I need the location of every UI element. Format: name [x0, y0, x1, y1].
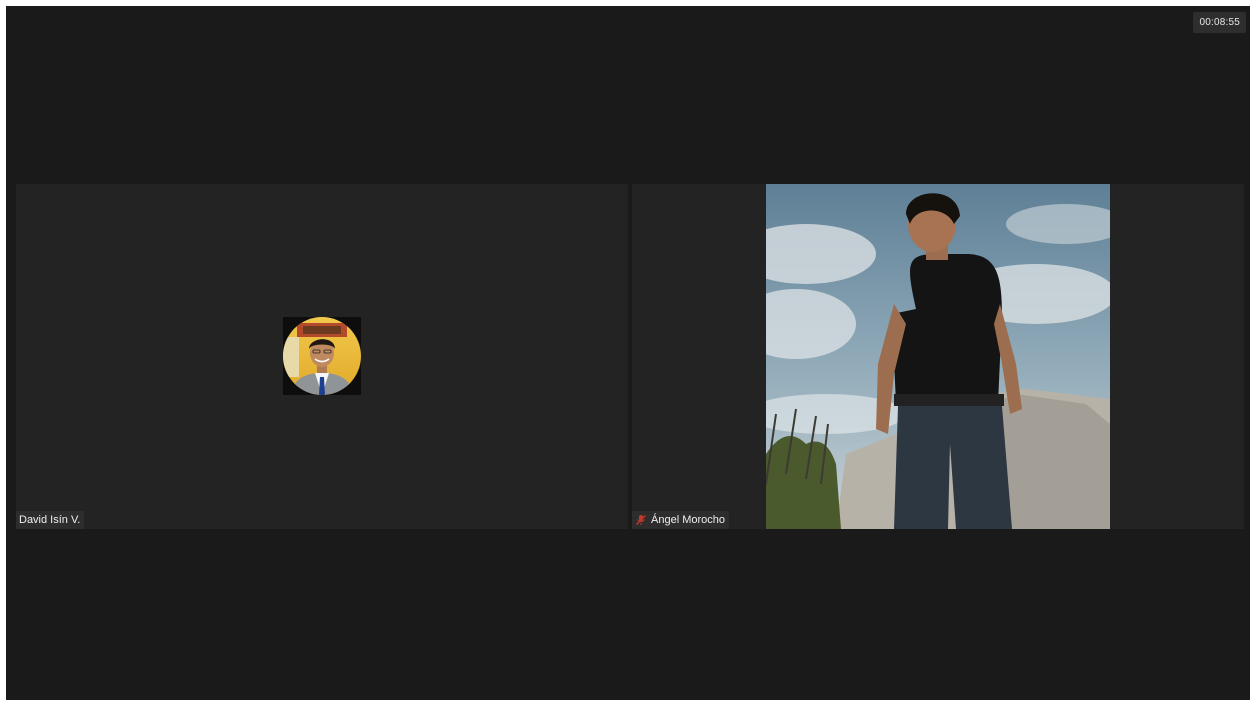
participant-tile-david[interactable]: David Isín V.	[16, 184, 628, 529]
call-timer: 00:08:55	[1193, 12, 1246, 33]
video-frame-image	[766, 184, 1110, 529]
profile-photo-avatar	[283, 317, 361, 395]
participant-name-tag: David Isín V.	[16, 511, 85, 529]
participant-video	[766, 184, 1110, 529]
participant-tile-angel[interactable]: Ángel Morocho	[632, 184, 1244, 529]
avatar-frame	[283, 317, 361, 395]
avatar	[283, 317, 361, 395]
participant-name: Ángel Morocho	[651, 514, 725, 526]
muted-mic-icon	[635, 514, 647, 526]
participant-name: David Isín V.	[19, 514, 81, 526]
meeting-stage: 00:08:55 David Isín V. Ángel Morocho	[6, 6, 1250, 700]
participant-name-tag: Ángel Morocho	[632, 511, 729, 529]
